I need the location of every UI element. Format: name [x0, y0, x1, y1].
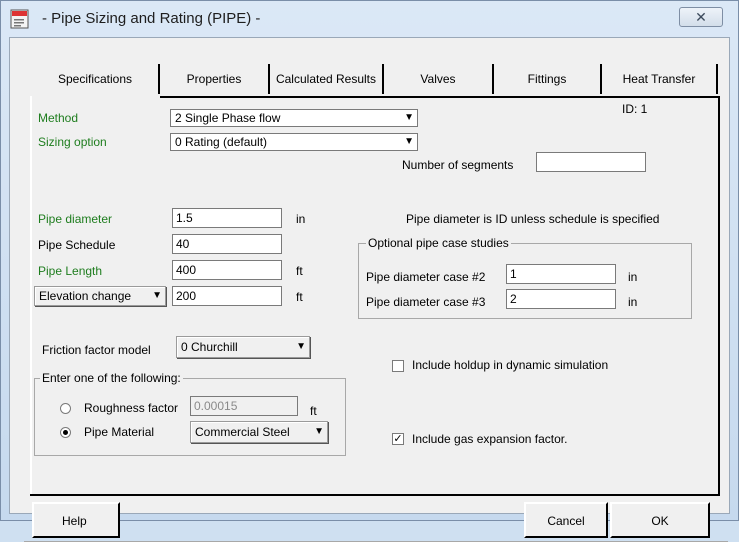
pipe-diameter-unit: in — [296, 212, 306, 226]
sizing-option-label: Sizing option — [38, 135, 107, 149]
case2-input[interactable]: 1 — [506, 264, 616, 284]
panel-border-left — [30, 96, 32, 496]
method-select[interactable]: 2 Single Phase flow ▼ — [170, 109, 418, 127]
app-document-icon — [10, 9, 29, 29]
tab-properties[interactable]: Properties — [160, 64, 270, 94]
title-bar[interactable]: - Pipe Sizing and Rating (PIPE) - ✕ — [1, 1, 738, 37]
diameter-note: Pipe diameter is ID unless schedule is s… — [406, 212, 660, 226]
window-title: - Pipe Sizing and Rating (PIPE) - — [42, 10, 261, 27]
roughness-input[interactable]: 0.00015 — [190, 396, 298, 416]
id-label: ID: 1 — [622, 102, 648, 116]
tab-specifications[interactable]: Specifications — [32, 64, 160, 94]
chevron-down-icon: ▼ — [404, 112, 414, 123]
pipe-length-label: Pipe Length — [38, 264, 103, 278]
chevron-down-icon: ▼ — [314, 426, 324, 437]
include-gas-expansion-checkbox[interactable]: ✓ — [392, 433, 404, 445]
number-of-segments-label: Number of segments — [402, 158, 514, 172]
panel-border-bottom — [30, 494, 720, 496]
tab-heat-transfer[interactable]: Heat Transfer — [602, 64, 718, 94]
tab-fittings[interactable]: Fittings — [494, 64, 602, 94]
pipe-length-unit: ft — [296, 264, 303, 278]
help-button[interactable]: Help — [32, 502, 120, 538]
close-button[interactable]: ✕ — [679, 7, 723, 27]
case-studies-title: Optional pipe case studies — [366, 236, 511, 250]
pipe-schedule-input[interactable]: 40 — [172, 234, 282, 254]
case2-label: Pipe diameter case #2 — [366, 270, 486, 284]
panel-border-right — [718, 96, 720, 496]
cancel-button[interactable]: Cancel — [524, 502, 608, 538]
elevation-change-input[interactable]: 200 — [172, 286, 282, 306]
include-holdup-label: Include holdup in dynamic simulation — [412, 358, 609, 372]
number-of-segments-input[interactable] — [536, 152, 646, 172]
roughness-unit: ft — [310, 404, 317, 418]
chevron-down-icon: ▼ — [296, 341, 306, 352]
elevation-change-unit: ft — [296, 290, 303, 304]
dialog-client-area: Specifications Properties Calculated Res… — [9, 37, 730, 542]
check-icon: ✓ — [393, 433, 403, 445]
ok-button[interactable]: OK — [610, 502, 710, 538]
pipe-material-radio[interactable] — [60, 427, 71, 438]
include-gas-expansion-label: Include gas expansion factor. — [412, 432, 568, 446]
tab-calculated-results[interactable]: Calculated Results — [270, 64, 384, 94]
pipe-material-label: Pipe Material — [84, 425, 155, 439]
include-holdup-checkbox[interactable] — [392, 360, 404, 372]
elevation-change-label: Elevation change — [39, 289, 132, 303]
friction-model-label: Friction factor model — [42, 343, 151, 357]
case3-input[interactable]: 2 — [506, 289, 616, 309]
pipe-diameter-label: Pipe diameter — [38, 212, 113, 226]
friction-model-value: 0 Churchill — [181, 340, 238, 354]
case3-unit: in — [628, 295, 638, 309]
method-value: 2 Single Phase flow — [175, 111, 281, 125]
friction-model-select[interactable]: 0 Churchill ▼ — [176, 336, 310, 358]
case3-label: Pipe diameter case #3 — [366, 295, 486, 309]
pipe-diameter-input[interactable]: 1.5 — [172, 208, 282, 228]
case2-unit: in — [628, 270, 638, 284]
tab-valves[interactable]: Valves — [384, 64, 494, 94]
roughness-group-title: Enter one of the following: — [40, 371, 183, 385]
roughness-label: Roughness factor — [84, 401, 179, 415]
elevation-change-select[interactable]: Elevation change ▼ — [34, 286, 166, 306]
roughness-group — [34, 378, 346, 456]
pipe-length-input[interactable]: 400 — [172, 260, 282, 280]
pipe-schedule-label: Pipe Schedule — [38, 238, 116, 252]
pipe-material-select[interactable]: Commercial Steel ▼ — [190, 421, 328, 443]
sizing-option-select[interactable]: 0 Rating (default) ▼ — [170, 133, 418, 151]
active-tab-gap — [32, 96, 160, 98]
chevron-down-icon: ▼ — [152, 290, 162, 301]
close-icon: ✕ — [695, 9, 707, 25]
chevron-down-icon: ▼ — [404, 136, 414, 147]
pipe-sizing-dialog: - Pipe Sizing and Rating (PIPE) - ✕ Spec… — [0, 0, 739, 542]
pipe-material-value: Commercial Steel — [195, 425, 290, 439]
roughness-radio[interactable] — [60, 403, 71, 414]
sizing-option-value: 0 Rating (default) — [175, 135, 268, 149]
method-label: Method — [38, 111, 79, 125]
